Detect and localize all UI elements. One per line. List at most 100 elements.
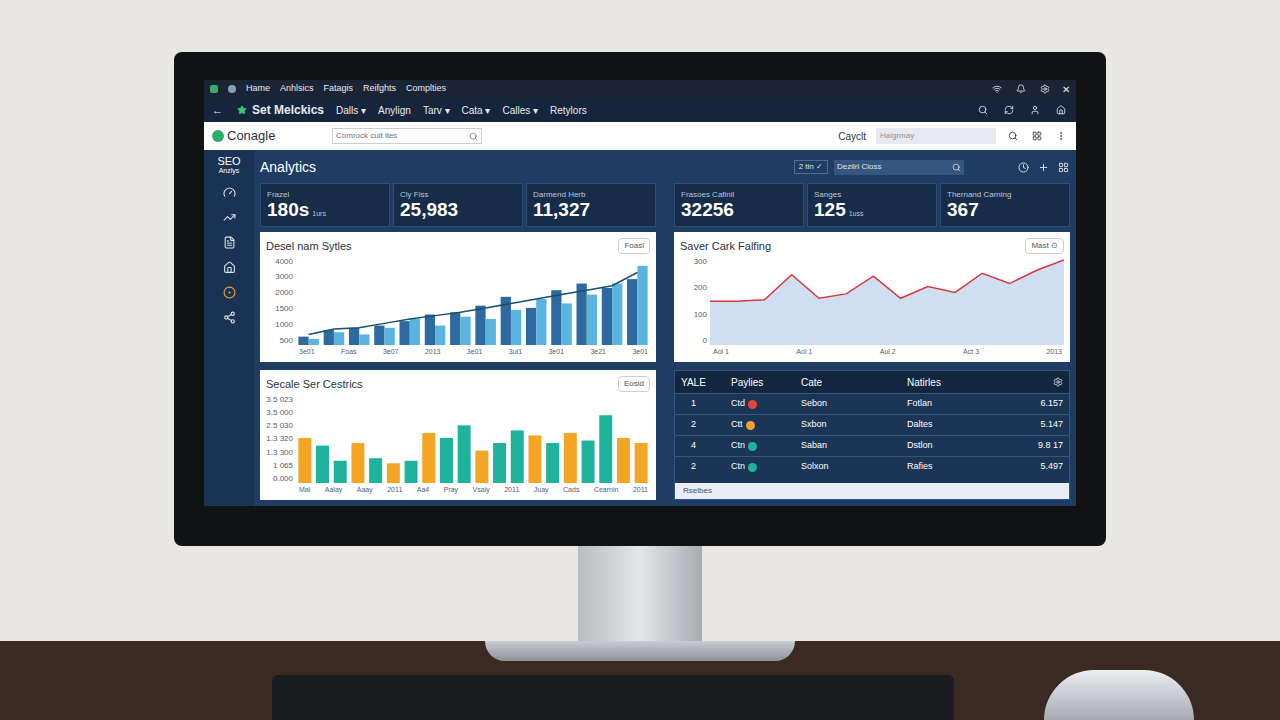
bar[interactable] (637, 265, 647, 345)
clock-icon[interactable] (1016, 160, 1030, 174)
nav-menu[interactable]: Calles ▾ (502, 103, 538, 118)
bar[interactable] (316, 445, 329, 483)
bar[interactable] (400, 321, 410, 345)
plus-icon[interactable] (1036, 160, 1050, 174)
bar[interactable] (511, 430, 524, 483)
search-field[interactable]: Halgrmay (876, 128, 996, 144)
bar[interactable] (486, 318, 496, 345)
wifi-icon[interactable] (990, 82, 1004, 96)
table-row[interactable]: 2CttSxbonDaltes5.147 (675, 414, 1069, 435)
panel-button[interactable]: Mast ⊙ (1025, 238, 1064, 254)
logo[interactable]: Conagle (212, 126, 322, 146)
share-icon[interactable] (222, 310, 236, 324)
search-field[interactable]: Dezilri Cioss (834, 160, 964, 175)
bar[interactable] (612, 283, 622, 345)
nav-menu[interactable]: Anylign (378, 103, 411, 118)
kpi-card[interactable]: Darmend Herb11,327 (526, 183, 656, 227)
close-button[interactable]: ✕ (1062, 82, 1070, 97)
target-icon[interactable] (222, 285, 236, 299)
nav-menu[interactable]: Retylors (550, 103, 587, 118)
bar[interactable] (359, 334, 369, 345)
kpi-card[interactable]: Sanges1251uss (807, 183, 937, 227)
panel-button[interactable]: Foasl (618, 238, 650, 254)
table-row[interactable]: 4CtnSabanDstlon9.8 17 (675, 435, 1069, 456)
bar[interactable] (635, 443, 648, 483)
bar[interactable] (577, 283, 587, 345)
bar[interactable] (410, 318, 420, 345)
bar[interactable] (425, 314, 435, 345)
bar[interactable] (602, 287, 612, 345)
trend-icon[interactable] (222, 210, 236, 224)
bar[interactable] (617, 437, 630, 483)
bar[interactable] (475, 450, 488, 483)
kpi-card[interactable]: Thernand Carning367 (940, 183, 1070, 227)
bar[interactable] (460, 316, 470, 345)
menu-item[interactable]: Fatagis (324, 82, 354, 96)
bar[interactable] (562, 303, 572, 345)
bar[interactable] (298, 437, 311, 483)
more-icon[interactable] (1054, 129, 1068, 143)
bar[interactable] (450, 312, 460, 345)
bar[interactable] (551, 290, 561, 345)
settings-icon[interactable] (1053, 377, 1063, 387)
bar[interactable] (599, 415, 612, 483)
table-row[interactable]: 1CtdSebonFotlan6.157 (675, 393, 1069, 414)
bar[interactable] (387, 463, 400, 483)
logo-icon[interactable] (235, 103, 249, 117)
nav-menu[interactable]: Dalls ▾ (336, 103, 366, 118)
bar[interactable] (546, 443, 559, 483)
bar[interactable] (511, 310, 521, 345)
kpi-card[interactable]: Cly Fiss25,983 (393, 183, 523, 227)
nav-menu[interactable]: Cata ▾ (462, 103, 491, 118)
kpi-card[interactable]: Frasoes Cafinil32256 (674, 183, 804, 227)
menu-item[interactable]: Reifghts (363, 82, 396, 96)
bar[interactable] (334, 332, 344, 345)
bar[interactable] (405, 460, 418, 483)
file-icon[interactable] (222, 235, 236, 249)
column-header[interactable]: YALE (681, 375, 731, 390)
table-row[interactable]: 2CtnSolxonRafies5.497 (675, 456, 1069, 477)
bar[interactable] (385, 327, 395, 345)
bar[interactable] (435, 325, 445, 345)
bar[interactable] (369, 458, 382, 483)
bar[interactable] (493, 443, 506, 483)
bar[interactable] (458, 425, 471, 483)
search-field[interactable]: Comrock cuit ltes (332, 128, 482, 144)
menu-item[interactable]: Complties (406, 82, 446, 96)
bell-icon[interactable] (1014, 82, 1028, 96)
bar[interactable] (582, 440, 595, 483)
bar[interactable] (309, 338, 319, 345)
bar[interactable] (374, 325, 384, 345)
bar[interactable] (528, 435, 541, 483)
column-header[interactable]: Paylies (731, 375, 801, 390)
back-button[interactable]: ← (212, 102, 223, 119)
menu-item[interactable]: Hame (246, 82, 270, 96)
menu-item[interactable]: Anhlsics (280, 82, 314, 96)
settings-icon[interactable] (1038, 82, 1052, 96)
bar[interactable] (587, 294, 597, 345)
bar[interactable] (349, 327, 359, 345)
nav-menu[interactable]: Tarv ▾ (423, 103, 450, 118)
bar[interactable] (334, 460, 347, 483)
bar[interactable] (324, 330, 334, 345)
search-icon[interactable] (1006, 129, 1020, 143)
filter[interactable]: 2 tin ✓ (794, 160, 828, 174)
bar[interactable] (298, 336, 308, 345)
user-icon[interactable] (1028, 103, 1042, 117)
bar[interactable] (564, 432, 577, 483)
gauge-icon[interactable] (222, 185, 236, 199)
bar[interactable] (475, 305, 485, 345)
bar[interactable] (536, 299, 546, 345)
home-icon[interactable] (222, 260, 236, 274)
bar[interactable] (526, 307, 536, 345)
bar[interactable] (422, 432, 435, 483)
column-header[interactable]: Natirles (907, 375, 1013, 390)
bar[interactable] (351, 443, 364, 483)
search-icon[interactable] (976, 103, 990, 117)
refresh-icon[interactable] (1002, 103, 1016, 117)
column-header[interactable]: Cate (801, 375, 907, 390)
grid-icon[interactable] (1030, 129, 1044, 143)
grid-icon[interactable] (1056, 160, 1070, 174)
bar[interactable] (440, 437, 453, 483)
panel-button[interactable]: Eosid (618, 376, 650, 392)
